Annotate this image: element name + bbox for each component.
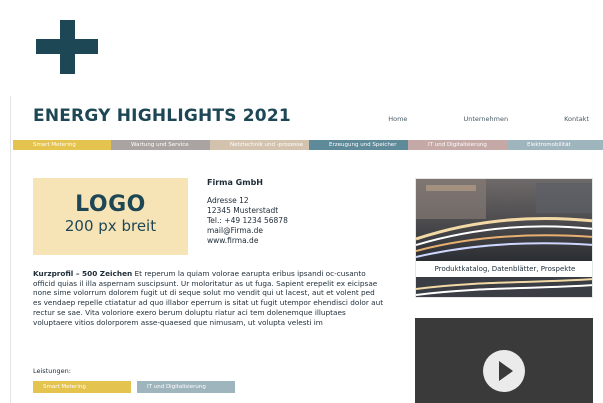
profile-text: Kurzprofil – 500 Zeichen Et reperum la q… (33, 269, 385, 327)
tag-smart-metering[interactable]: Smart Metering (33, 381, 131, 393)
logo-size-note: 200 px breit (64, 217, 157, 235)
email-link[interactable]: mail@Firma.de (207, 226, 288, 236)
tag-it-digitalisierung[interactable]: IT und Digitalisierung (137, 381, 235, 393)
category-wartung-service[interactable]: Wartung und Service (111, 140, 210, 150)
logo-placeholder: LOGO 200 px breit (33, 178, 188, 255)
category-elektromobilitaet[interactable]: Elektromobilität (507, 140, 603, 150)
address-street: Adresse 12 (207, 196, 249, 205)
category-bar: Smart Metering Wartung und Service Netzt… (13, 140, 603, 150)
category-erzeugung-speicher[interactable]: Erzeugung und Speicher (309, 140, 408, 150)
play-icon[interactable] (483, 350, 525, 392)
nav-kontakt[interactable]: Kontakt (564, 115, 589, 123)
category-smart-metering[interactable]: Smart Metering (13, 140, 111, 150)
category-it-digitalisierung[interactable]: IT und Digitalisierung (408, 140, 507, 150)
category-netztechnik[interactable]: Netztechnik und -prozesse (210, 140, 309, 150)
page-preview: ENERGY HIGHLIGHTS 2021 Home Unternehmen … (10, 96, 603, 403)
plus-icon[interactable] (36, 20, 98, 74)
company-name: Firma GmbH (207, 178, 263, 187)
profile-heading: Kurzprofil – 500 Zeichen (33, 269, 133, 278)
phone: Tel.: +49 1234 56878 (207, 216, 288, 225)
nav-home[interactable]: Home (388, 115, 407, 123)
plus-vertical (60, 20, 75, 74)
brochure-card[interactable]: Produktkatalog, Datenblätter, Prospekte (415, 178, 593, 298)
leistungen-tags: Smart Metering IT und Digitalisierung (33, 381, 235, 393)
contact-block: Firma GmbH Adresse 12 12345 Musterstadt … (207, 178, 288, 246)
logo-text: LOGO (75, 192, 146, 217)
address-city: 12345 Musterstadt (207, 206, 279, 215)
city-lights-photo (416, 179, 592, 297)
nav-unternehmen[interactable]: Unternehmen (463, 115, 508, 123)
page-title: ENERGY HIGHLIGHTS 2021 (33, 106, 291, 126)
website-link[interactable]: www.firma.de (207, 236, 288, 246)
leistungen-label: Leistungen: (33, 367, 71, 375)
top-navigation: Home Unternehmen Kontakt (332, 115, 589, 123)
brochure-caption: Produktkatalog, Datenblätter, Prospekte (416, 261, 592, 277)
video-player[interactable] (415, 318, 593, 403)
